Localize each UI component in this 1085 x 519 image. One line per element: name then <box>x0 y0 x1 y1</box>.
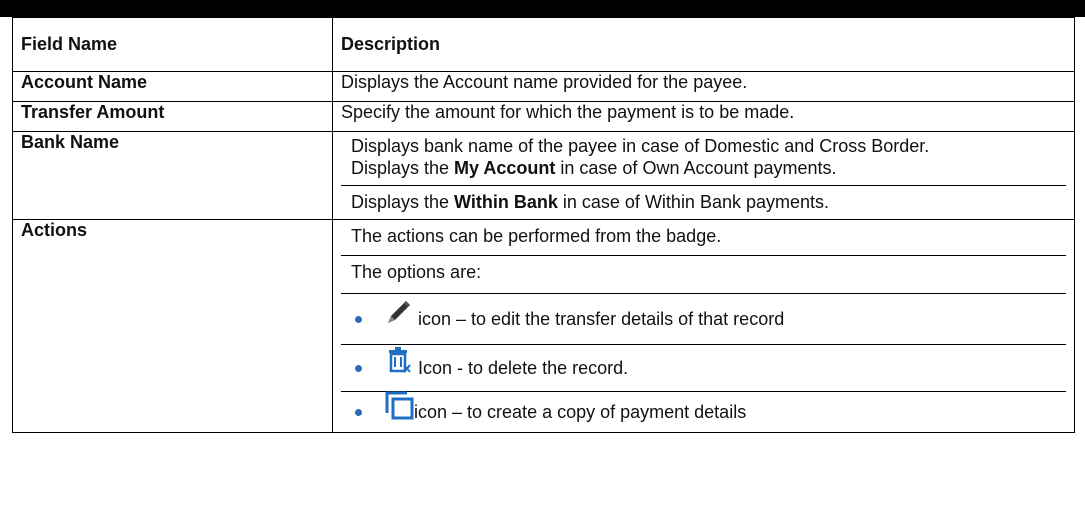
description-cell: Displays the Account name provided for t… <box>332 71 1075 102</box>
bullet-icon <box>355 364 362 372</box>
list-item: icon – to create a copy of payment detai… <box>341 391 1066 432</box>
description-line: The actions can be performed from the ba… <box>351 226 722 246</box>
description-cell: Displays bank name of the payee in case … <box>332 131 1075 220</box>
list-item-text: Icon - to delete the record. <box>418 357 629 378</box>
list-item: Icon - to delete the record. <box>341 344 1066 391</box>
text-span: in case of Within Bank payments. <box>557 192 830 212</box>
table-row: Transfer Amount Specify the amount for w… <box>12 101 1075 132</box>
description-line: The options are: <box>341 255 1066 293</box>
table-row: Account Name Displays the Account name p… <box>12 71 1075 102</box>
field-name-cell: Bank Name <box>12 131 333 220</box>
list-item: icon – to edit the transfer details of t… <box>341 293 1066 344</box>
header-description: Description <box>332 17 1075 72</box>
top-bar <box>0 0 1085 17</box>
description-cell: The actions can be performed from the ba… <box>332 219 1075 433</box>
field-name-cell: Actions <box>12 219 333 433</box>
delete-icon <box>384 346 414 376</box>
table-row: Actions The actions can be performed fro… <box>12 219 1075 433</box>
bold-term: My Account <box>454 158 556 178</box>
field-description-table: Field Name Description Account Name Disp… <box>12 17 1075 433</box>
list-item-text: icon – to edit the transfer details of t… <box>418 308 785 329</box>
list-item-text: icon – to create a copy of payment detai… <box>414 401 747 422</box>
bullet-icon <box>355 408 362 416</box>
field-name-cell: Transfer Amount <box>12 101 333 132</box>
pencil-icon <box>384 297 414 327</box>
copy-icon <box>384 391 414 421</box>
page: Field Name Description Account Name Disp… <box>0 0 1085 519</box>
bold-term: Within Bank <box>454 192 558 212</box>
bullet-icon <box>355 315 362 323</box>
table-header-row: Field Name Description <box>12 17 1075 72</box>
text-span: Displays the <box>351 192 455 212</box>
description-line: Displays bank name of the payee in case … <box>351 136 930 156</box>
description-cell: Specify the amount for which the payment… <box>332 101 1075 132</box>
description-line: Displays the Within Bank in case of With… <box>341 185 1066 219</box>
description-line: Displays the My Account in case of Own A… <box>341 156 1066 185</box>
table-row: Bank Name Displays bank name of the paye… <box>12 131 1075 220</box>
header-field-name: Field Name <box>12 17 333 72</box>
text-span: Displays the <box>351 158 455 178</box>
text-span: in case of Own Account payments. <box>555 158 837 178</box>
field-name-cell: Account Name <box>12 71 333 102</box>
